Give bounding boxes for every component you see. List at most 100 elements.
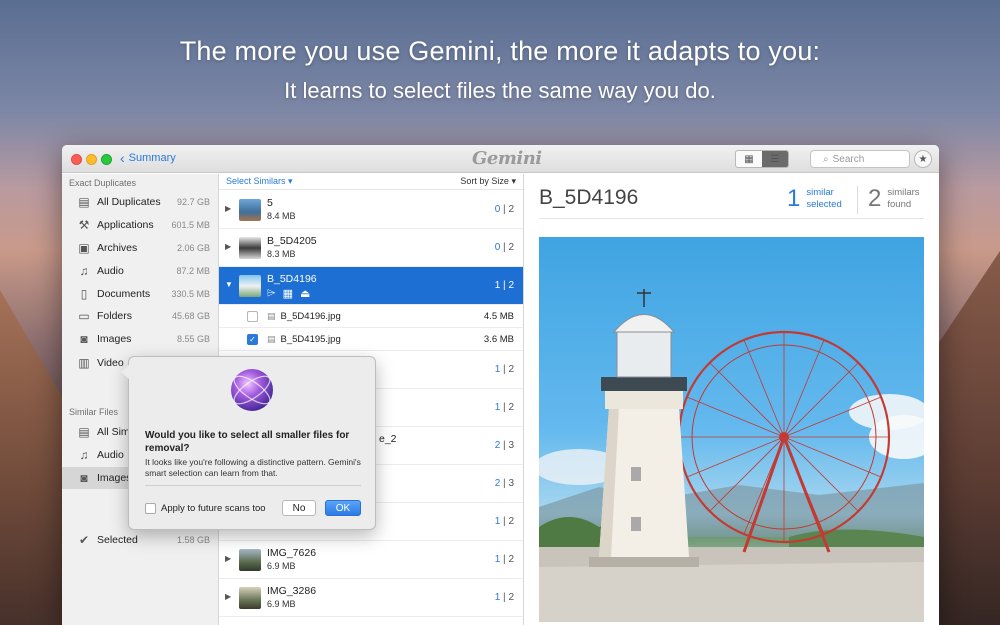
select-similars-dropdown[interactable]: Select Similars ▾ xyxy=(226,176,293,187)
similars-found-label: similars found xyxy=(887,187,919,211)
sidebar-item-images[interactable]: ◙ Images 8.55 GB xyxy=(62,328,218,350)
total-count: 2 xyxy=(508,592,514,603)
item-size: 6.9 MB xyxy=(267,561,296,571)
file-size: 4.5 MB xyxy=(483,310,514,322)
sidebar-item-documents[interactable]: ▯ Documents 330.5 MB xyxy=(62,283,218,305)
lighthouse-ferris-wheel-photo xyxy=(539,289,924,622)
item-size: 6.9 MB xyxy=(267,599,296,609)
similar-files-heading: Similar Files xyxy=(69,407,119,417)
list-item-selected[interactable]: ▼ B_5D4196 ⌲ ▦ ⏏ 1 | 2 xyxy=(219,267,523,305)
selection-count: 0 | 2 xyxy=(494,242,514,253)
sidebar-item-selected[interactable]: ✔ Selected 1.58 GB xyxy=(62,529,218,551)
disclosure-triangle-icon[interactable]: ▶ xyxy=(225,592,231,601)
sidebar-item-size: 45.68 GB xyxy=(171,311,210,321)
total-count: 2 xyxy=(508,554,514,565)
sort-label: Sort by Size xyxy=(460,176,509,186)
file-checkbox-checked[interactable]: ✓ xyxy=(247,333,258,345)
selection-count: 1 | 2 xyxy=(494,280,514,291)
disclosure-triangle-open-icon[interactable]: ▼ xyxy=(225,280,233,289)
sidebar-item-size: 601.5 MB xyxy=(171,220,210,230)
total-count: 3 xyxy=(508,440,514,451)
weight-icon: ⏏ xyxy=(300,288,311,300)
similars-found-stat: 2 similars found xyxy=(868,185,920,213)
minimize-window-button[interactable] xyxy=(86,154,97,165)
similars-found-label-line: found xyxy=(887,199,912,210)
item-size: 8.3 MB xyxy=(267,249,296,259)
similar-selected-stat: 1 similar selected xyxy=(787,185,842,213)
background-mountain-right xyxy=(930,251,1000,625)
list-item[interactable]: ▶ 5 8.4 MB 0 | 2 xyxy=(219,191,523,229)
item-attributes: ⌲ ▦ ⏏ xyxy=(267,287,310,300)
search-placeholder: Search xyxy=(832,153,865,165)
list-view-button[interactable]: ☰ xyxy=(762,151,788,167)
selected-count: 0 xyxy=(494,204,501,215)
popover-divider xyxy=(145,485,361,486)
file-row[interactable]: ✓ ▤ B_5D4195.jpg 3.6 MB xyxy=(219,328,523,351)
checkbox[interactable] xyxy=(145,503,156,514)
sidebar-item-audio[interactable]: ♫ Audio 87.2 MB xyxy=(62,260,218,282)
titlebar: ‹ Summary Gemini ▦ ☰ ⌕ Search ★ xyxy=(62,145,939,173)
hero-subheadline: It learns to select files the same way y… xyxy=(284,78,716,103)
disclosure-triangle-icon[interactable]: ▶ xyxy=(225,242,231,251)
selection-count: 1 | 2 xyxy=(494,592,514,603)
sidebar-item-folders[interactable]: ▭ Folders 45.68 GB xyxy=(62,305,218,327)
dropdown-triangle-icon: ▾ xyxy=(511,176,516,186)
sidebar-item-label: Folders xyxy=(97,310,133,322)
checkbox-label: Apply to future scans too xyxy=(161,503,266,514)
sidebar-item-label: Images xyxy=(97,472,132,484)
similar-selected-count: 1 xyxy=(787,185,801,212)
selection-count: 2 | 3 xyxy=(494,440,514,451)
selected-count: 1 xyxy=(494,280,501,291)
sidebar-item-size: 1.58 GB xyxy=(176,535,210,545)
back-label: Summary xyxy=(128,152,176,164)
item-name: IMG_7626 xyxy=(267,547,317,559)
sidebar-item-size: 87.2 MB xyxy=(176,266,210,276)
item-name: 5 xyxy=(267,197,273,209)
list-item[interactable]: ▶ B_5D4205 8.3 MB 0 | 2 xyxy=(219,229,523,267)
sidebar-item-all-duplicates[interactable]: ▤ All Duplicates 92.7 GB xyxy=(62,191,218,213)
file-row[interactable]: ▤ B_5D4196.jpg 4.5 MB xyxy=(219,305,523,328)
image-file-icon: ▤ xyxy=(267,310,276,321)
grid-view-button[interactable]: ▦ xyxy=(736,151,762,167)
select-similars-label: Select Similars xyxy=(226,176,286,186)
apply-future-scans-checkbox[interactable]: Apply to future scans too xyxy=(145,503,266,514)
file-size: 3.6 MB xyxy=(483,333,514,345)
similar-selected-label-line: selected xyxy=(806,199,842,210)
list-header: Select Similars ▾ Sort by Size ▾ xyxy=(219,174,523,190)
back-to-summary-button[interactable]: ‹ Summary xyxy=(120,151,176,165)
zoom-window-button[interactable] xyxy=(101,154,112,165)
music-note-icon: ♫ xyxy=(79,264,89,278)
close-window-button[interactable] xyxy=(71,154,82,165)
disclosure-triangle-icon[interactable]: ▶ xyxy=(225,554,231,563)
list-item[interactable]: ▶ IMG_3286 6.9 MB 1 | 2 xyxy=(219,579,523,617)
item-name: e_2 xyxy=(379,433,397,445)
disclosure-triangle-icon[interactable]: ▶ xyxy=(225,204,231,213)
item-name: IMG_3286 xyxy=(267,585,317,597)
search-field[interactable]: ⌕ Search xyxy=(810,150,910,168)
list-item[interactable]: ▶ IMG_7626 6.9 MB 1 | 2 xyxy=(219,541,523,579)
ok-button[interactable]: OK xyxy=(325,500,361,516)
image-preview[interactable] xyxy=(539,237,924,622)
popover-caret xyxy=(121,365,129,379)
list-icon: ☰ xyxy=(770,153,780,165)
total-count: 2 xyxy=(508,402,514,413)
favorite-button[interactable]: ★ xyxy=(914,150,932,168)
sidebar-item-label: Audio xyxy=(97,265,124,277)
chevron-left-icon: ‹ xyxy=(120,150,125,166)
dropdown-triangle-icon: ▾ xyxy=(288,176,293,186)
sidebar-item-archives[interactable]: ▣ Archives 2.06 GB xyxy=(62,237,218,259)
sort-dropdown[interactable]: Sort by Size ▾ xyxy=(460,176,516,187)
sidebar-item-applications[interactable]: ⚒ Applications 601.5 MB xyxy=(62,214,218,236)
sidebar-item-size: 2.06 GB xyxy=(176,243,210,253)
file-checkbox[interactable] xyxy=(247,310,258,322)
stack-icon: ▤ xyxy=(78,195,90,209)
no-button[interactable]: No xyxy=(282,500,316,516)
smart-selection-popover: Would you like to select all smaller fil… xyxy=(121,356,376,530)
detail-title: B_5D4196 xyxy=(539,186,639,209)
sidebar-item-label: Applications xyxy=(97,219,154,231)
total-count: 3 xyxy=(508,478,514,489)
popover-body: It looks like you're following a distinc… xyxy=(145,457,361,478)
film-icon: ▥ xyxy=(78,356,90,370)
sidebar-item-label: All Sim xyxy=(97,426,130,438)
gemini-app-icon xyxy=(231,369,273,411)
